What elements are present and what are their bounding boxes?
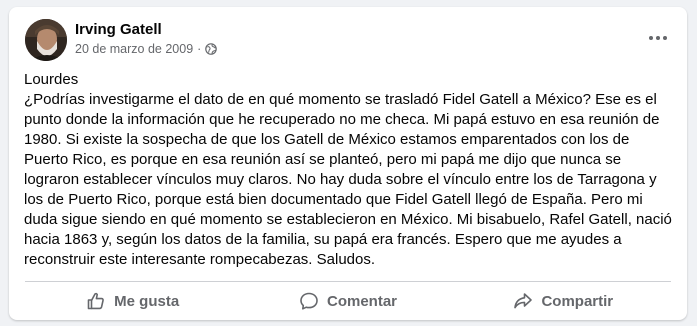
like-label: Me gusta: [114, 292, 180, 310]
like-button[interactable]: Me gusta: [25, 284, 240, 318]
avatar[interactable]: [25, 19, 67, 61]
post-date[interactable]: 20 de marzo de 2009: [75, 42, 193, 56]
comment-label: Comentar: [326, 292, 397, 310]
thumbs-up-icon: [86, 291, 106, 311]
more-options-icon[interactable]: [643, 27, 673, 49]
post-content: Lourdes ¿Podrías investigarme el dato de…: [24, 70, 674, 270]
author-name[interactable]: Irving Gatell: [75, 21, 162, 38]
comment-icon: [299, 291, 319, 311]
post-body: ¿Podrías investigarme el dato de en qué …: [24, 91, 672, 268]
share-icon: [513, 291, 533, 311]
share-button[interactable]: Compartir: [456, 284, 671, 318]
post-meta: 20 de marzo de 2009 ·: [75, 42, 218, 56]
share-label: Compartir: [541, 292, 614, 310]
post-greeting: Lourdes: [24, 71, 79, 88]
post-card: Irving Gatell 20 de marzo de 2009 · Lour…: [9, 7, 687, 320]
post-actions: Me gusta Comentar Compartir: [25, 284, 671, 318]
actions-divider: [25, 281, 671, 282]
comment-button[interactable]: Comentar: [240, 284, 455, 318]
globe-icon[interactable]: [205, 43, 218, 55]
meta-separator: ·: [197, 42, 202, 56]
